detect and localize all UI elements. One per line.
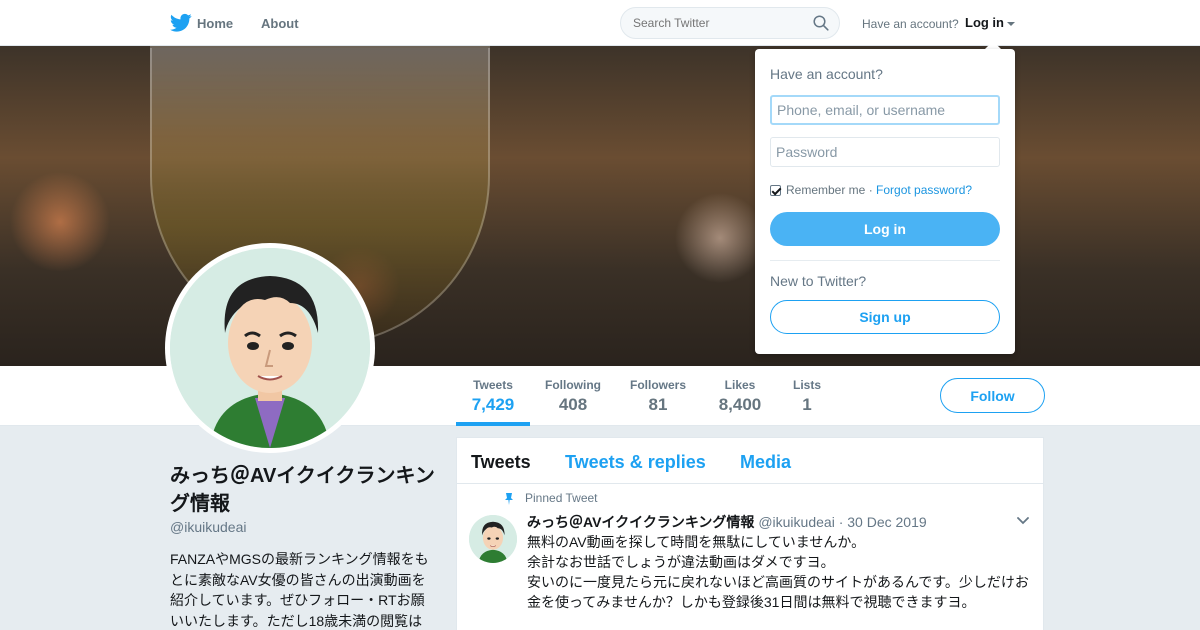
- profile-avatar[interactable]: [165, 243, 375, 453]
- stat-label: Followers: [629, 378, 686, 392]
- top-navigation-bar: Home About Have an account? Log in: [0, 0, 1200, 46]
- tweet-separator: ·: [838, 514, 844, 530]
- stat-followers[interactable]: Followers 81: [629, 378, 687, 415]
- search-box[interactable]: [620, 7, 840, 39]
- login-dropdown-toggle[interactable]: Log in: [965, 15, 1015, 30]
- twitter-bird-icon[interactable]: [170, 13, 192, 33]
- dropdown-arrow: [985, 41, 1001, 49]
- chevron-down-icon[interactable]: [1017, 517, 1029, 525]
- active-stat-underline: [456, 422, 530, 426]
- tweet-text: 無料のAV動画を探して時間を無駄にしていませんか。 余計なお世話でしょうが違法動…: [527, 534, 1029, 610]
- profile-handle[interactable]: @ikuikudeai: [170, 519, 246, 535]
- cartoon-man-avatar: [170, 248, 370, 448]
- stat-tweets[interactable]: Tweets 7,429: [470, 378, 516, 415]
- new-to-twitter-text: New to Twitter?: [770, 273, 867, 289]
- stat-label: Tweets: [473, 378, 513, 392]
- stat-value: 1: [802, 395, 812, 414]
- nav-about-link[interactable]: About: [261, 16, 299, 31]
- login-submit-button[interactable]: Log in: [770, 212, 1000, 246]
- remember-me-label[interactable]: Remember me: [786, 183, 865, 197]
- tab-media[interactable]: Media: [740, 452, 791, 473]
- tweet-author-avatar[interactable]: [469, 515, 517, 563]
- stat-value: 408: [558, 395, 588, 414]
- tweet-author-name[interactable]: みっち＠AVイクイクランキング情報: [527, 514, 754, 530]
- stat-label: Likes: [724, 378, 756, 392]
- avatar-image: [170, 248, 370, 448]
- stat-likes[interactable]: Likes 8,400: [715, 378, 765, 415]
- login-dropdown: Have an account? Remember me · Forgot pa…: [755, 49, 1015, 354]
- timeline: Tweets Tweets & replies Media Pinned Twe…: [456, 437, 1044, 630]
- login-link-label: Log in: [965, 15, 1004, 30]
- stat-value: 81: [648, 395, 668, 414]
- dropdown-divider: [770, 260, 1000, 261]
- tab-tweets[interactable]: Tweets: [471, 452, 531, 473]
- signup-button[interactable]: Sign up: [770, 300, 1000, 334]
- stat-label: Following: [545, 378, 601, 392]
- remember-me-checkbox[interactable]: [770, 184, 781, 196]
- timeline-tabs: Tweets Tweets & replies Media: [457, 438, 1043, 484]
- tweet-author-handle[interactable]: @ikuikudeai: [758, 514, 834, 530]
- caret-down-icon: [1007, 21, 1015, 26]
- stat-label: Lists: [792, 378, 821, 392]
- search-input[interactable]: [633, 16, 803, 30]
- cartoon-man-avatar-small: [469, 515, 517, 563]
- tweet-date[interactable]: 30 Dec 2019: [847, 514, 926, 530]
- have-account-text: Have an account?: [862, 17, 959, 31]
- username-input[interactable]: [770, 95, 1000, 125]
- stat-value: 8,400: [718, 395, 762, 414]
- stat-value: 7,429: [471, 395, 515, 414]
- login-dropdown-title: Have an account?: [770, 66, 883, 82]
- forgot-password-link[interactable]: Forgot password?: [876, 183, 972, 197]
- tab-tweets-and-replies[interactable]: Tweets & replies: [565, 452, 706, 473]
- pinned-tweet-label: Pinned Tweet: [525, 491, 598, 505]
- remember-me-row: Remember me · Forgot password?: [770, 183, 972, 197]
- profile-bio: FANZAやMGSの最新ランキング情報をもとに素敵なAV女優の皆さんの出演動画を…: [170, 551, 429, 629]
- password-input[interactable]: [770, 137, 1000, 167]
- follow-button[interactable]: Follow: [940, 378, 1045, 413]
- stat-following[interactable]: Following 408: [544, 378, 602, 415]
- search-icon[interactable]: [813, 15, 829, 31]
- stat-lists[interactable]: Lists 1: [790, 378, 824, 415]
- remember-separator: ·: [865, 183, 877, 197]
- tweet-header: みっち＠AVイクイクランキング情報 @ikuikudeai · 30 Dec 2…: [527, 512, 927, 532]
- profile-name[interactable]: みっち＠AVイクイクランキング情報: [170, 462, 450, 518]
- pin-icon: [505, 493, 513, 505]
- nav-home-link[interactable]: Home: [197, 16, 233, 31]
